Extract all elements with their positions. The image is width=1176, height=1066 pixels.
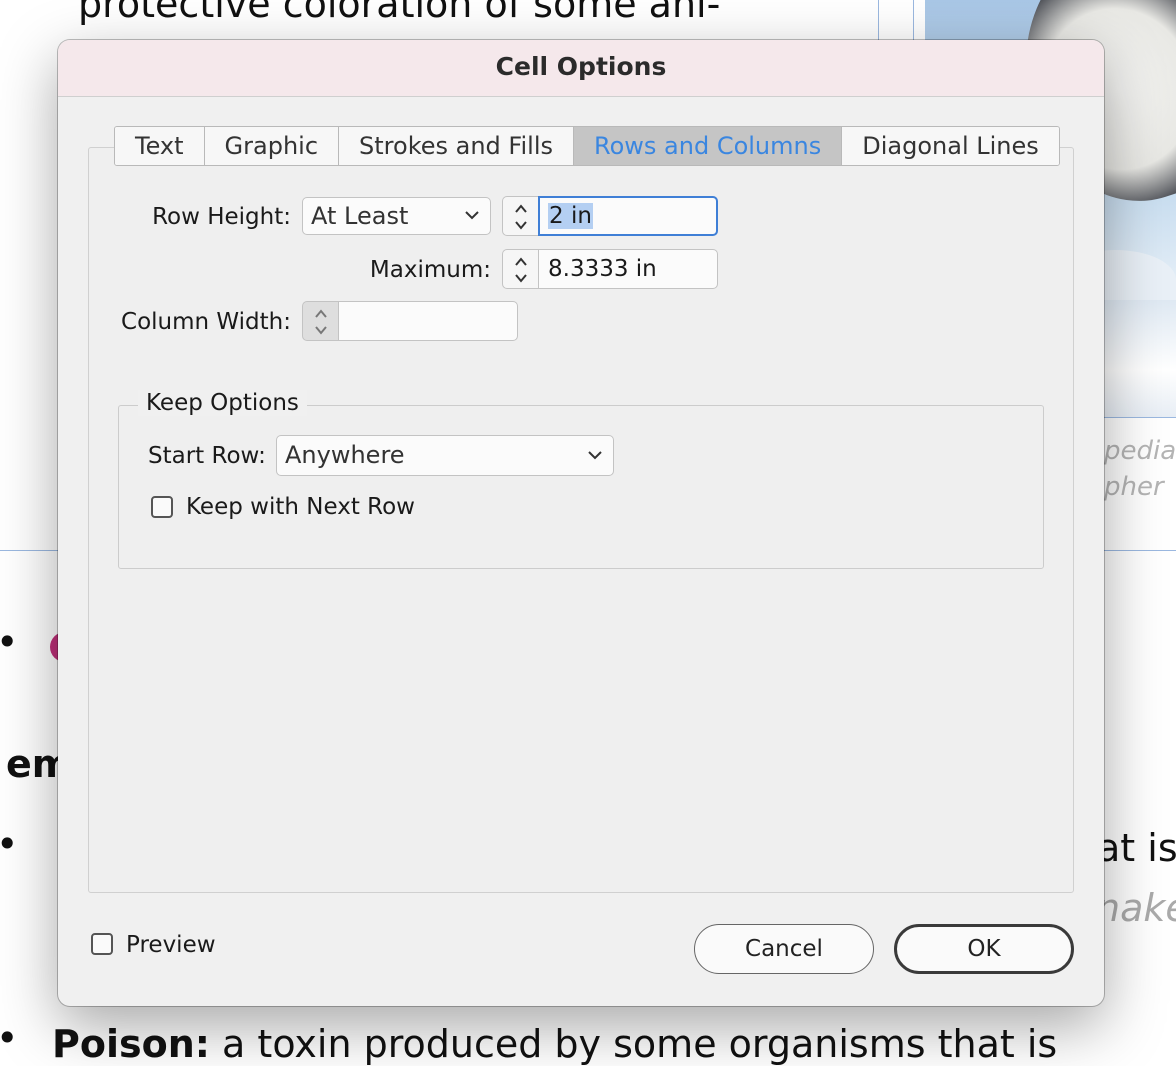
document-text-line: Poison: a toxin produced by some organis… (52, 1022, 1057, 1066)
photo-caption: pedia (1104, 436, 1176, 466)
keep-with-next-row-checkbox[interactable] (151, 496, 173, 518)
document-text-line: at is (1097, 826, 1176, 870)
cell-options-dialog: Cell Options Text Graphic Strokes and Fi… (58, 40, 1104, 1006)
document-text-line: nake (1096, 886, 1176, 930)
tab-text[interactable]: Text (115, 127, 205, 165)
chevron-down-icon (465, 211, 479, 220)
preview-label[interactable]: Preview (126, 932, 216, 958)
row-height-input[interactable]: 2 in (538, 196, 718, 236)
cancel-button[interactable]: Cancel (694, 924, 874, 974)
column-width-input[interactable] (338, 301, 518, 341)
row-height-value: 2 in (548, 203, 593, 229)
row-height-label: Row Height: (152, 204, 291, 230)
tab-diagonal-lines[interactable]: Diagonal Lines (842, 127, 1059, 165)
dialog-title: Cell Options (495, 52, 667, 81)
start-row-label: Start Row: (148, 443, 266, 469)
preview-checkbox[interactable] (91, 933, 113, 955)
row-height-stepper[interactable] (502, 196, 538, 236)
keep-with-next-row-label[interactable]: Keep with Next Row (186, 494, 415, 520)
keep-options-group (118, 405, 1044, 569)
bullet-icon: • (0, 822, 18, 866)
bullet-icon: • (0, 1016, 18, 1060)
stepper-arrows-icon (515, 257, 527, 283)
frame-edge (878, 0, 879, 40)
tab-rows-and-columns[interactable]: Rows and Columns (574, 127, 843, 165)
row-height-mode-select[interactable]: At Least (302, 197, 491, 235)
frame-edge (913, 0, 914, 40)
photo-caption: pher (1104, 472, 1164, 502)
tab-strokes-and-fills[interactable]: Strokes and Fills (339, 127, 574, 165)
poison-term: Poison: (52, 1022, 210, 1066)
start-row-value: Anywhere (285, 441, 405, 469)
stepper-arrows-icon (315, 309, 327, 335)
stepper-arrows-icon (515, 204, 527, 230)
start-row-select[interactable]: Anywhere (276, 435, 614, 476)
tab-graphic[interactable]: Graphic (204, 127, 340, 165)
maximum-stepper[interactable] (502, 249, 538, 289)
maximum-input[interactable]: 8.3333 in (538, 249, 718, 289)
maximum-label: Maximum: (369, 257, 491, 283)
bullet-icon: • (0, 620, 18, 664)
chevron-down-icon (588, 451, 602, 460)
column-width-stepper[interactable] (302, 301, 338, 341)
keep-options-title: Keep Options (138, 390, 307, 416)
ok-button[interactable]: OK (894, 924, 1074, 974)
document-text-line: protective coloration of some ani- (78, 0, 721, 26)
tab-bar: Text Graphic Strokes and Fills Rows and … (114, 126, 1060, 166)
poison-definition: a toxin produced by some organisms that … (209, 1022, 1058, 1066)
column-width-label: Column Width: (121, 309, 291, 335)
row-height-mode-value: At Least (311, 202, 409, 230)
